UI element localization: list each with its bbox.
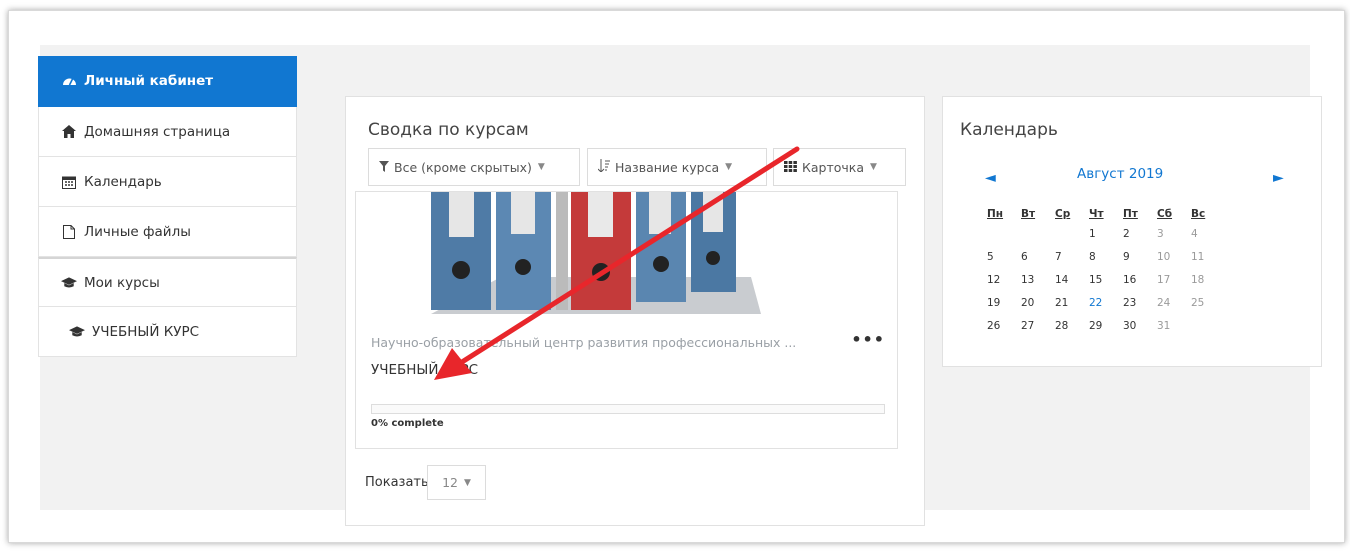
more-actions-icon[interactable]: •••	[851, 330, 885, 349]
calendar-weekday: Пт	[1123, 207, 1138, 220]
course-card[interactable]: Научно-образовательный центр развития пр…	[355, 191, 898, 449]
sort-icon	[597, 159, 610, 175]
calendar-day[interactable]: 17	[1157, 274, 1191, 286]
calendar-weekday-row: Пн Вт Ср Чт Пт Сб Вс	[987, 205, 1225, 222]
sidebar-item-label: Личный кабинет	[84, 73, 214, 89]
calendar-day[interactable]: 28	[1055, 320, 1089, 332]
calendar-weekday: Сб	[1157, 207, 1173, 220]
calendar-day[interactable]: 9	[1123, 251, 1157, 263]
filter-label: Все (кроме скрытых)	[394, 159, 532, 175]
calendar-day[interactable]: 11	[1191, 251, 1225, 263]
calendar-day[interactable]: 7	[1055, 251, 1089, 263]
course-name-link[interactable]: УЧЕБНЫЙ КУРС	[371, 362, 478, 378]
graduation-cap-icon	[61, 276, 77, 290]
sidebar-item-label: УЧЕБНЫЙ КУРС	[92, 323, 200, 340]
page-size-select[interactable]: 12 ▼	[427, 465, 486, 500]
sidebar-item-label: Личные файлы	[84, 223, 191, 240]
sidebar-item-my-courses[interactable]: Мои курсы	[38, 257, 297, 307]
sidebar-item-label: Мои курсы	[84, 274, 160, 291]
course-overview-title: Сводка по курсам	[368, 120, 529, 140]
calendar-day[interactable]: 30	[1123, 320, 1157, 332]
calendar-week-row: 12 13 14 15 16 17 18	[987, 268, 1225, 291]
calendar-day[interactable]: 18	[1191, 274, 1225, 286]
prev-month-icon[interactable]: ◄	[985, 170, 996, 186]
calendar-title: Календарь	[960, 120, 1058, 140]
calendar-week-row: 5 6 7 8 9 10 11	[987, 245, 1225, 268]
calendar-day[interactable]: 3	[1157, 228, 1191, 240]
home-icon	[61, 125, 77, 139]
calendar-day[interactable]: 1	[1089, 228, 1123, 240]
calendar-day[interactable]: 13	[1021, 274, 1055, 286]
calendar-month[interactable]: Август 2019	[1077, 166, 1163, 182]
sidebar-item-course[interactable]: УЧЕБНЫЙ КУРС	[38, 307, 297, 357]
page-size-value: 12	[442, 475, 458, 490]
calendar-day[interactable]: 6	[1021, 251, 1055, 263]
filter-dropdown[interactable]: Все (кроме скрытых) ▼	[368, 148, 580, 186]
sort-label: Название курса	[615, 159, 720, 175]
sidebar-item-files[interactable]: Личные файлы	[38, 207, 297, 257]
calendar-day[interactable]: 15	[1089, 274, 1123, 286]
course-category: Научно-образовательный центр развития пр…	[371, 335, 797, 350]
calendar-week-row: 1234	[987, 222, 1225, 245]
calendar-week-row: 26 27 28 29 30 31	[987, 314, 1225, 337]
calendar-day[interactable]: 19	[987, 297, 1021, 309]
course-progress-bar	[371, 404, 885, 414]
calendar-day[interactable]: 16	[1123, 274, 1157, 286]
dashboard-icon	[61, 74, 77, 88]
sidebar-item-label: Домашняя страница	[84, 123, 231, 140]
sidebar-item-dashboard[interactable]: Личный кабинет	[38, 56, 297, 107]
sort-dropdown[interactable]: Название курса ▼	[587, 148, 767, 186]
file-icon	[61, 224, 77, 239]
calendar-weekday: Пн	[987, 207, 1004, 220]
chevron-down-icon: ▼	[463, 477, 471, 488]
calendar-day[interactable]: 20	[1021, 297, 1055, 309]
calendar-day[interactable]: 25	[1191, 297, 1225, 309]
calendar-weekday: Чт	[1089, 207, 1104, 220]
graduation-cap-icon	[69, 325, 85, 339]
view-dropdown[interactable]: Карточка ▼	[773, 148, 906, 186]
course-progress-text: 0% complete	[371, 418, 444, 429]
next-month-icon[interactable]: ►	[1273, 170, 1284, 186]
sidebar-item-calendar[interactable]: Календарь	[38, 157, 297, 207]
course-image[interactable]	[421, 192, 761, 314]
calendar-weekday: Ср	[1055, 207, 1071, 220]
calendar-day[interactable]: 14	[1055, 274, 1089, 286]
calendar-day[interactable]: 2	[1123, 228, 1157, 240]
calendar-day[interactable]: 12	[987, 274, 1021, 286]
calendar-day[interactable]: 8	[1089, 251, 1123, 263]
filter-icon	[379, 160, 389, 175]
calendar-icon	[61, 175, 77, 189]
calendar-weekday: Вт	[1021, 207, 1036, 220]
calendar-grid: Пн Вт Ср Чт Пт Сб Вс 1 2 3 4 5 6 7 8 9 10 11 12 13 14 15 16 17 1…	[987, 205, 1225, 337]
calendar-day[interactable]: 10	[1157, 251, 1191, 263]
calendar-day[interactable]: 24	[1157, 297, 1191, 309]
calendar-day[interactable]: 5	[987, 251, 1021, 263]
sidebar-nav: Личный кабинет Домашняя страница Календа…	[38, 56, 297, 357]
calendar-day[interactable]: 26	[987, 320, 1021, 332]
chevron-down-icon: ▼	[725, 162, 733, 172]
view-label: Карточка	[802, 159, 864, 175]
calendar-weekday: Вс	[1191, 207, 1206, 220]
calendar-day[interactable]: 29	[1089, 320, 1123, 332]
grid-icon	[784, 160, 797, 175]
calendar-day[interactable]: 27	[1021, 320, 1055, 332]
chevron-down-icon: ▼	[870, 162, 877, 172]
calendar-day[interactable]: 23	[1123, 297, 1157, 309]
sidebar-item-home[interactable]: Домашняя страница	[38, 107, 297, 157]
calendar-day[interactable]: 31	[1157, 320, 1191, 332]
calendar-day[interactable]: 4	[1191, 228, 1225, 240]
calendar-week-row: 19 20 21 22 23 24 25	[987, 291, 1225, 314]
calendar-day[interactable]: 22	[1089, 297, 1123, 309]
chevron-down-icon: ▼	[537, 162, 545, 172]
sidebar-item-label: Календарь	[84, 173, 162, 190]
show-label: Показать	[365, 475, 429, 490]
calendar-day[interactable]: 21	[1055, 297, 1089, 309]
